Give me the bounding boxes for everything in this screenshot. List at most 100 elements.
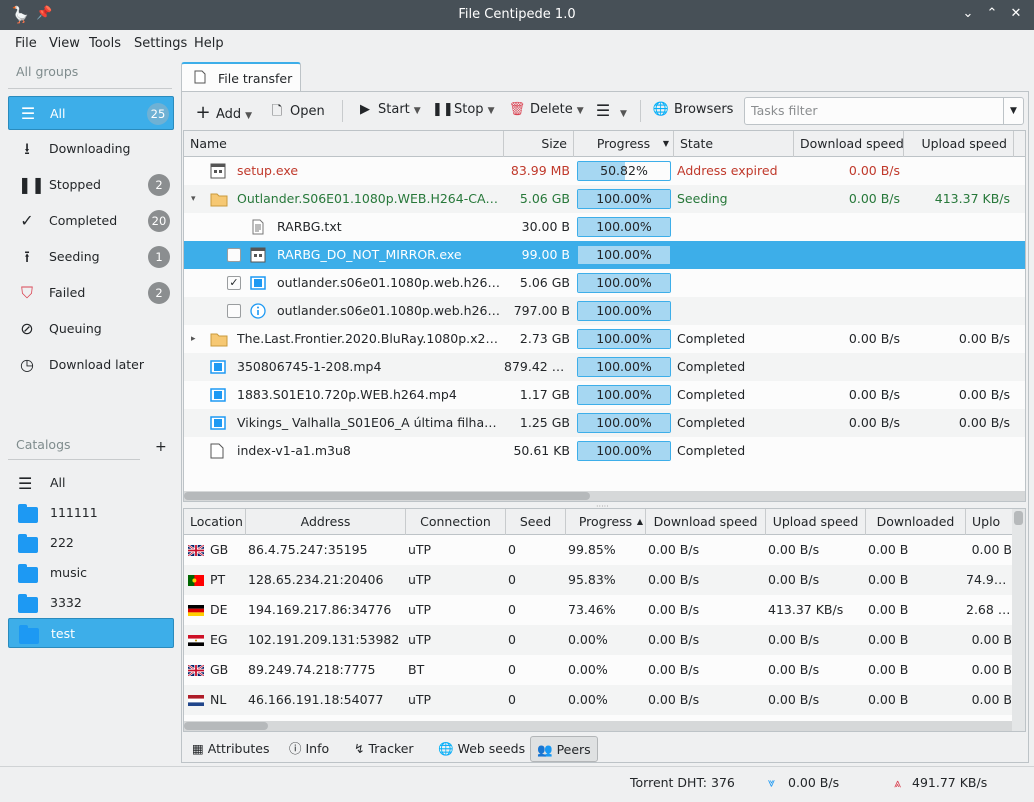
tasks-filter-combo[interactable]: ▼ xyxy=(744,97,1024,125)
tab-web-seeds[interactable]: 🌐 Web seeds xyxy=(432,736,531,762)
chevron-down-icon[interactable]: ▾ xyxy=(191,185,196,213)
table-row[interactable]: ▸ The.Last.Frontier.2020.BluRay.1080p.x26… xyxy=(184,325,1025,353)
peer-progress: 95.83% xyxy=(568,572,616,587)
table-row[interactable]: RARBG_DO_NOT_MIRROR.exe 99.00 B 100.00% xyxy=(184,241,1025,269)
table-row[interactable]: EG 102.191.209.131:53982 uTP 0 0.00% 0.00 B/s… xyxy=(184,625,1012,655)
column-state[interactable]: State xyxy=(674,131,794,157)
table-row[interactable]: 350806745-1-208.mp4 879.42 MB 100.00% Compl… xyxy=(184,353,1025,381)
dht-label: Torrent DHT: xyxy=(630,775,707,790)
table-row[interactable]: RARBG.txt 30.00 B 100.00% xyxy=(184,213,1025,241)
column-progress[interactable]: Progress ▼ xyxy=(574,131,674,157)
tab-file-transfer[interactable]: File transfer xyxy=(181,62,301,92)
catalog-item-3332[interactable]: 3332 xyxy=(8,588,174,618)
table-row[interactable]: ▾ Outlander.S06E01.1080p.WEB.H264-CAKES[r… xyxy=(184,185,1025,213)
delete-button[interactable]: 🗑 Delete ▼ xyxy=(508,102,584,124)
sidebar-item-downloading[interactable]: ⭳ Downloading xyxy=(8,132,174,166)
add-button[interactable]: + Add ▼ xyxy=(194,102,252,124)
close-button[interactable]: ✕ xyxy=(1006,4,1026,24)
table-row[interactable]: outlander.s06e01.1080p.web.h264-ca… 797.0… xyxy=(184,297,1025,325)
open-button[interactable]: 🗋 Open xyxy=(268,102,325,124)
peer-progress: 99.85% xyxy=(568,542,616,557)
task-upload-speed: 0.00 B/s xyxy=(958,331,1010,346)
column-downloaded[interactable]: Downloaded xyxy=(866,509,966,535)
tab-info[interactable]: ⓘ Info xyxy=(283,736,335,762)
peers-icon: 👥 xyxy=(537,742,553,757)
catalog-item-222[interactable]: 222 xyxy=(8,528,174,558)
file-checkbox[interactable] xyxy=(227,304,241,318)
column-seed[interactable]: Seed xyxy=(506,509,566,535)
menu-settings[interactable]: Settings xyxy=(134,36,187,51)
sidebar-item-completed[interactable]: ✓ Completed 20 xyxy=(8,204,174,238)
sidebar-item-stopped[interactable]: ❚❚ Stopped 2 xyxy=(8,168,174,202)
table-row[interactable]: GB 89.249.74.218:7775 BT 0 0.00% 0.00 B/s 0.00… xyxy=(184,655,1012,685)
task-name: 1883.S01E10.720p.WEB.h264.mp4 xyxy=(237,387,457,402)
table-row[interactable]: index-v1-a1.m3u8 50.61 KB 100.00% Completed xyxy=(184,437,1025,465)
task-download-speed xyxy=(794,297,900,325)
column-peer-progress[interactable]: Progress ▲ xyxy=(566,509,646,535)
tasks-filter-input[interactable] xyxy=(751,103,1001,118)
play-icon: ▶ xyxy=(360,102,370,117)
peer-connection: uTP xyxy=(408,602,432,617)
more-menu-button[interactable]: ☰ ▼ xyxy=(594,101,627,123)
tab-peers[interactable]: 👥 Peers xyxy=(530,736,598,762)
task-upload-speed: 413.37 KB/s xyxy=(934,191,1010,206)
table-row[interactable]: GB 86.4.75.247:35195 uTP 0 99.85% 0.00 B/s 0.0… xyxy=(184,535,1012,565)
tasks-horizontal-scrollbar[interactable] xyxy=(184,491,1025,501)
scrollbar-thumb[interactable] xyxy=(1014,511,1023,525)
sort-indicator-icon: ▲ xyxy=(636,517,643,526)
column-connection[interactable]: Connection xyxy=(406,509,506,535)
column-upload-speed[interactable]: Upload speed xyxy=(904,131,1014,157)
catalog-item-test[interactable]: test xyxy=(8,618,174,648)
peer-downloaded: 0.00 B xyxy=(868,572,909,587)
catalog-item-music[interactable]: music xyxy=(8,558,174,588)
sidebar-item-download-later[interactable]: ◷ Download later xyxy=(8,348,174,382)
menu-help[interactable]: Help xyxy=(194,36,224,51)
table-row[interactable]: setup.exe 83.99 MB 50.82% Address expired 0.… xyxy=(184,157,1025,185)
column-peer-download-speed[interactable]: Download speed xyxy=(646,509,766,535)
peer-upload-speed: 0.00 B/s xyxy=(768,692,820,707)
scrollbar-thumb[interactable] xyxy=(184,492,590,500)
sidebar-item-all[interactable]: ☰ All 25 xyxy=(8,96,174,130)
table-row[interactable]: PT 128.65.234.21:20406 uTP 0 95.83% 0.00 B/s 0… xyxy=(184,565,1012,595)
column-peer-upload-speed[interactable]: Upload speed xyxy=(766,509,866,535)
column-download-speed[interactable]: Download speed xyxy=(794,131,904,157)
start-button[interactable]: ▶ Start ▼ xyxy=(356,102,421,124)
table-row[interactable]: NL 46.166.191.18:54077 uTP 0 0.00% 0.00 B/s 0.… xyxy=(184,685,1012,715)
catalog-item-111111[interactable]: 111111 xyxy=(8,498,174,528)
minimize-button[interactable]: ⌄ xyxy=(958,4,978,24)
sidebar-item-failed[interactable]: ⛉ Failed 2 xyxy=(8,276,174,310)
menu-tools[interactable]: Tools xyxy=(89,36,121,51)
peers-vertical-scrollbar[interactable] xyxy=(1012,509,1025,731)
column-location[interactable]: Location xyxy=(184,509,246,535)
column-size[interactable]: Size xyxy=(504,131,574,157)
column-uploaded[interactable]: Uplo xyxy=(966,509,1016,535)
sidebar-item-queuing[interactable]: ⊘ Queuing xyxy=(8,312,174,346)
file-checkbox[interactable]: ✓ xyxy=(227,276,241,290)
scrollbar-thumb[interactable] xyxy=(184,722,268,730)
column-name[interactable]: Name xyxy=(184,131,504,157)
menu-file[interactable]: File xyxy=(15,36,37,51)
progress-bar: 50.82% xyxy=(577,161,671,181)
peers-horizontal-scrollbar[interactable] xyxy=(184,721,1012,731)
chevron-down-icon[interactable]: ▼ xyxy=(1003,98,1023,124)
file-checkbox[interactable] xyxy=(227,248,241,262)
catalog-item-all[interactable]: ☰ All xyxy=(8,468,174,498)
table-row[interactable]: DE 194.169.217.86:34776 uTP 0 73.46% 0.00 B/s… xyxy=(184,595,1012,625)
stop-button[interactable]: ❚❚Stop ▼ xyxy=(432,102,494,124)
browsers-button[interactable]: 🌐 Browsers xyxy=(652,102,734,124)
table-row[interactable]: Vikings_ Valhalla_S01E06_A última filha … xyxy=(184,409,1025,437)
add-catalog-button[interactable]: + xyxy=(155,439,167,455)
peer-upload-speed: 0.00 B/s xyxy=(768,572,820,587)
sidebar-item-seeding[interactable]: ⭱ Seeding 1 xyxy=(8,240,174,274)
tab-tracker[interactable]: ↯ Tracker xyxy=(348,736,420,762)
menu-view[interactable]: View xyxy=(49,36,80,51)
table-row[interactable]: 1883.S01E10.720p.WEB.h264.mp4 1.17 GB 100.… xyxy=(184,381,1025,409)
column-address[interactable]: Address xyxy=(246,509,406,535)
table-row[interactable]: ✓ outlander.s06e01.1080p.web.h264-ca… 5.06… xyxy=(184,269,1025,297)
progress-text: 100.00% xyxy=(596,443,652,458)
file-icon xyxy=(194,70,206,87)
maximize-button[interactable]: ⌃ xyxy=(982,4,1002,24)
chevron-right-icon[interactable]: ▸ xyxy=(191,325,196,353)
tab-attributes[interactable]: ▦ Attributes xyxy=(186,736,276,762)
peer-location: NL xyxy=(210,692,227,707)
